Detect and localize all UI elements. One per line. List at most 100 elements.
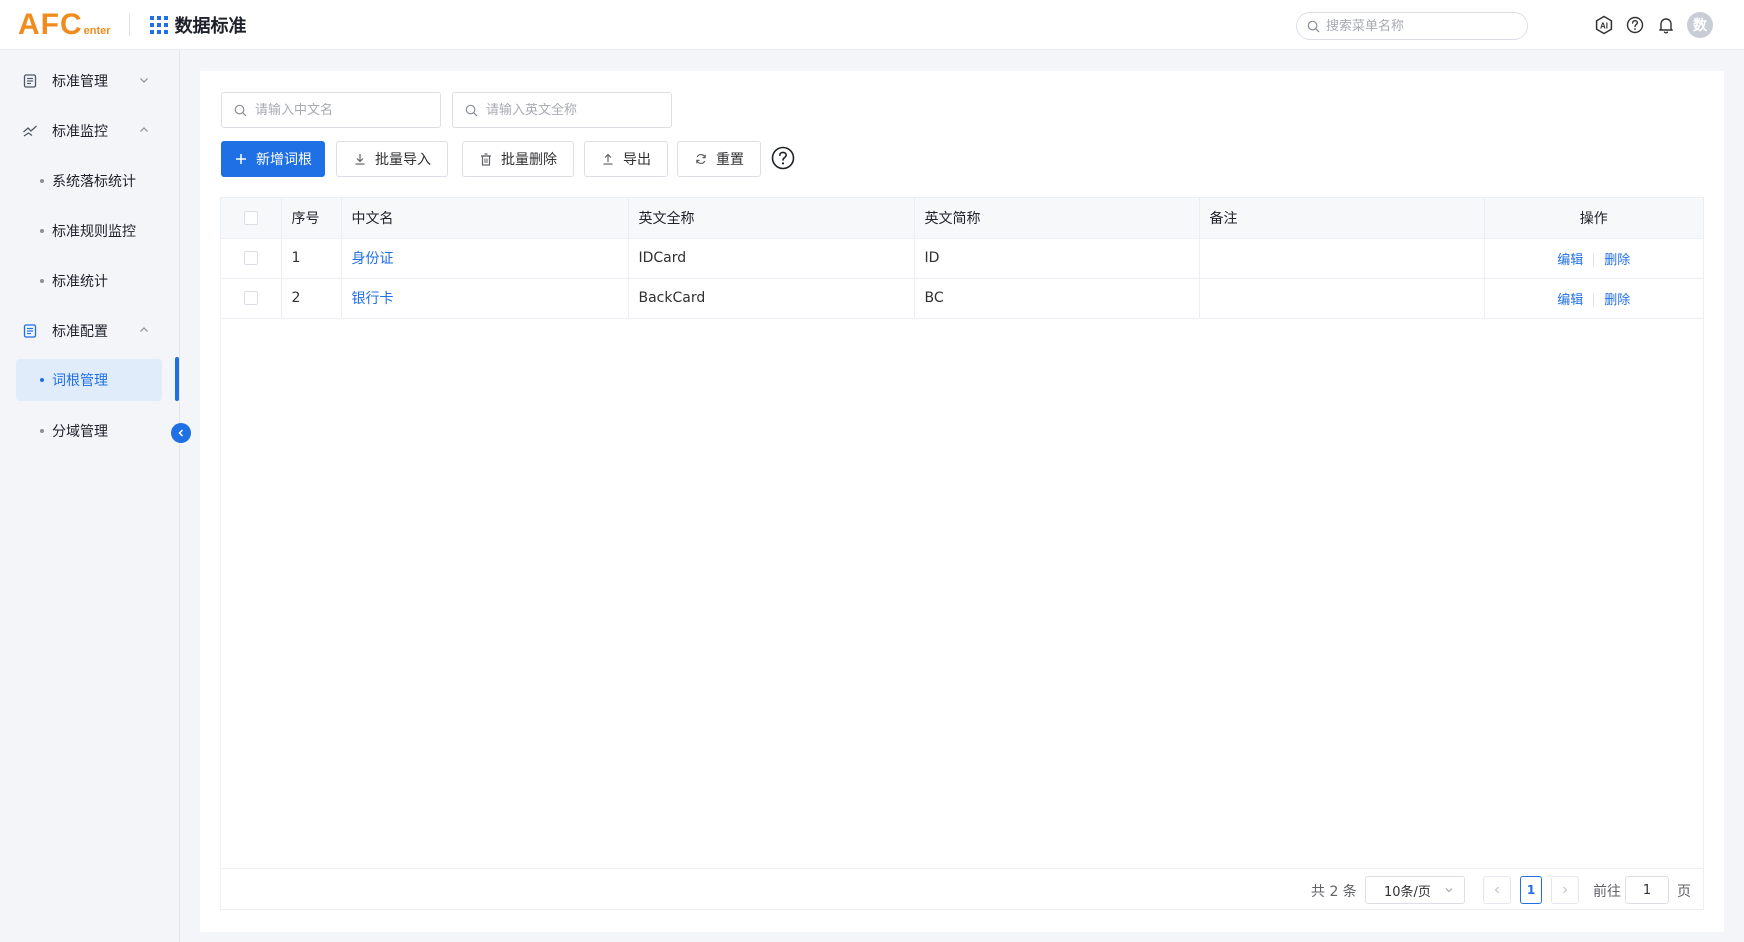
bullet-dot [40,429,44,433]
delete-link[interactable]: 删除 [1604,253,1630,268]
row-checkbox[interactable] [243,291,258,305]
en-name-search[interactable] [452,92,672,128]
column-header-en-full: 英文全称 [628,198,915,239]
main-panel: 新增词根 批量导入 批量删除 导出 重置 序号 中文名 英文全称 英文 [200,71,1724,932]
goto-label: 前往 [1593,884,1621,900]
avatar[interactable]: 数 [1687,12,1713,38]
active-indicator [175,357,179,401]
sidebar-item-standard-stats[interactable]: 标准统计 [16,260,162,302]
row-cn-name-link[interactable]: 身份证 [341,238,629,279]
help-icon[interactable] [1625,15,1645,35]
page-number-button[interactable]: 1 [1520,876,1542,904]
edit-link[interactable]: 编辑 [1557,253,1583,268]
sidebar-item-rule-monitoring[interactable]: 标准规则监控 [16,210,162,252]
export-button[interactable]: 导出 [584,141,668,177]
sidebar-item-word-root-management[interactable]: 词根管理 [16,359,162,401]
batch-import-button[interactable]: 批量导入 [336,141,448,177]
table-header-row: 序号 中文名 英文全称 英文简称 备注 操作 [221,198,1703,239]
sidebar: 标准管理 标准监控 系统落标统计 标准规则监控 标准统计 标准配置 词根管理 分… [0,51,180,942]
column-header-remark: 备注 [1199,198,1485,239]
edit-link[interactable]: 编辑 [1557,293,1583,308]
plus-icon [234,152,248,166]
page-suffix-label: 页 [1677,884,1691,900]
add-word-root-button[interactable]: 新增词根 [221,141,325,177]
select-all-cell[interactable] [221,198,282,239]
sidebar-item-standard-config[interactable]: 标准配置 [16,310,162,352]
row-remark [1199,278,1485,319]
row-remark [1199,238,1485,279]
ai-assistant-icon[interactable]: AI [1594,15,1614,35]
sidebar-item-label: 标准统计 [52,274,108,290]
ai-icon-label: AI [1600,22,1608,31]
sidebar-item-domain-management[interactable]: 分域管理 [16,410,162,452]
select-all-checkbox[interactable] [243,210,258,225]
cn-name-search[interactable] [221,92,441,128]
app-grid-icon[interactable] [149,15,168,34]
en-name-input[interactable] [486,102,666,118]
bullet-dot [40,378,44,382]
logo-sub-text: enter [83,24,111,37]
batch-delete-button[interactable]: 批量删除 [462,141,574,177]
data-table: 序号 中文名 英文全称 英文简称 备注 操作 1 身份证 IDCard ID 编… [221,198,1703,319]
search-icon [465,104,478,116]
add-button-label: 新增词根 [256,152,312,168]
bullet-dot [40,229,44,233]
logo-main-text: AFC [18,7,83,41]
bell-icon[interactable] [1656,15,1676,35]
row-cn-name-link[interactable]: 银行卡 [341,278,629,319]
chevron-down-icon [140,78,148,83]
logo[interactable]: AFC enter [18,7,111,41]
row-select-cell[interactable] [221,278,282,319]
bullet-dot [40,179,44,183]
goto-page-input[interactable] [1625,876,1669,904]
row-checkbox[interactable] [243,251,258,265]
chevron-up-icon [140,327,148,332]
chevron-up-icon [140,127,148,132]
monitor-icon [22,123,38,139]
pagination: 共 2 条 10条/页 1 前往 页 [221,868,1703,910]
top-header: AFC enter 数据标准 AI 数 [0,0,1744,50]
cn-name-input[interactable] [255,102,435,118]
row-en-short: ID [914,238,1200,279]
column-header-actions: 操作 [1484,198,1703,239]
chevron-down-icon [1445,888,1453,893]
column-header-index: 序号 [281,198,342,239]
sidebar-item-label: 标准监控 [52,124,108,140]
word-root-table: 序号 中文名 英文全称 英文简称 备注 操作 1 身份证 IDCard ID 编… [220,197,1704,910]
prev-page-button[interactable] [1483,876,1511,904]
page-size-value: 10条/页 [1384,884,1431,900]
import-button-label: 批量导入 [375,152,431,168]
next-page-button[interactable] [1551,876,1579,904]
bullet-dot [40,279,44,283]
table-row: 2 银行卡 BackCard BC 编辑 删除 [221,278,1703,319]
row-actions: 编辑 删除 [1484,238,1703,279]
sidebar-item-label: 标准规则监控 [52,224,136,240]
row-actions: 编辑 删除 [1484,278,1703,319]
action-divider [1593,253,1595,266]
sidebar-item-standard-monitoring[interactable]: 标准监控 [16,110,162,152]
sidebar-item-label: 标准配置 [52,324,108,340]
row-en-full: BackCard [628,278,915,319]
header-divider [128,13,130,36]
sidebar-item-standard-management[interactable]: 标准管理 [16,60,162,102]
upload-icon [601,152,615,166]
sidebar-collapse-button[interactable] [171,423,191,443]
row-select-cell[interactable] [221,238,282,279]
download-icon [353,152,367,166]
document-icon [22,323,38,339]
menu-search-input[interactable] [1326,18,1516,34]
column-header-en-short: 英文简称 [914,198,1200,239]
document-icon [22,73,38,89]
sidebar-item-system-compliance-stats[interactable]: 系统落标统计 [16,160,162,202]
search-icon [1307,20,1320,32]
question-circle-icon[interactable] [771,146,795,170]
page-size-select[interactable]: 10条/页 [1365,876,1465,904]
row-index: 1 [281,238,342,279]
table-row: 1 身份证 IDCard ID 编辑 删除 [221,238,1703,279]
delete-link[interactable]: 删除 [1604,293,1630,308]
reset-button[interactable]: 重置 [677,141,761,177]
export-button-label: 导出 [623,152,651,168]
chevron-left-icon [178,429,184,437]
menu-search[interactable] [1296,12,1528,40]
sidebar-item-label: 词根管理 [52,373,108,389]
